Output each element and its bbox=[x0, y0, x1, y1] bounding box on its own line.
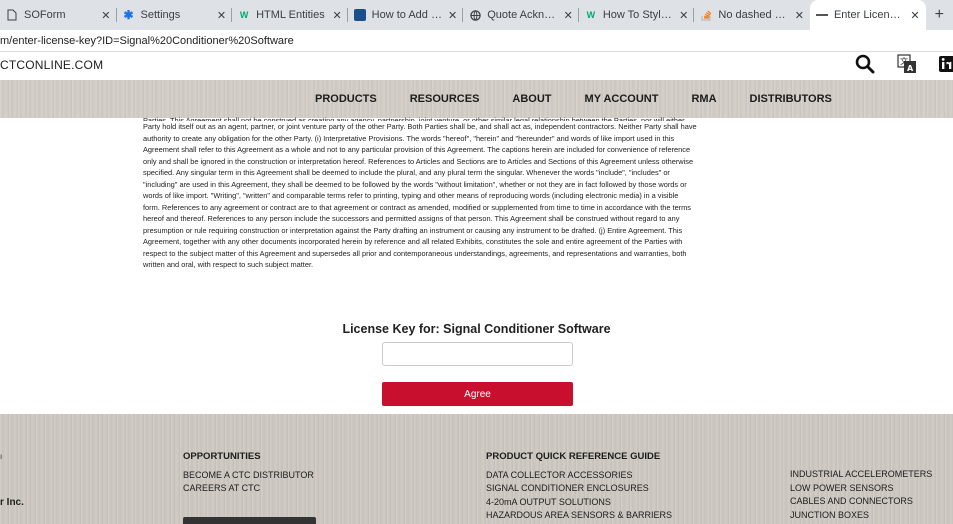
w3schools-icon: W bbox=[586, 10, 596, 20]
browser-tab[interactable]: ✱ Settings ✕ bbox=[117, 0, 233, 30]
close-icon[interactable]: ✕ bbox=[910, 9, 919, 22]
globe-icon bbox=[469, 9, 481, 21]
footer-link[interactable]: DATA COLLECTOR ACCESSORIES bbox=[486, 469, 672, 483]
footer-link[interactable]: BECOME A CTC DISTRIBUTOR bbox=[183, 469, 314, 483]
agreement-line: hereof and thereof. References to any pe… bbox=[143, 214, 680, 223]
tab-title: Quote Acknowledgem bbox=[487, 9, 559, 21]
tab-title: How To Style the HR E bbox=[602, 9, 675, 21]
address-bar[interactable]: m/enter-license-key?ID=Signal%20Conditio… bbox=[0, 30, 953, 52]
agreement-line: Agreement shall refer to this Agreement … bbox=[143, 145, 691, 154]
site-header-icons: 文A bbox=[855, 54, 953, 74]
tab-title: SOForm bbox=[24, 9, 66, 21]
stackoverflow-icon bbox=[700, 9, 712, 21]
close-icon[interactable]: ✕ bbox=[448, 9, 457, 22]
footer-link[interactable]: CABLES AND CONNECTORS bbox=[790, 495, 932, 509]
agreement-line: written and oral, with respect to such s… bbox=[143, 260, 314, 269]
footer-company-name: r Inc. bbox=[0, 497, 24, 508]
agreement-line: Party hold itself out as an agent, partn… bbox=[143, 122, 697, 131]
agreement-line: specified. Any singular term in this Agr… bbox=[143, 168, 670, 177]
footer-link[interactable]: SIGNAL CONDITIONER ENCLOSURES bbox=[486, 482, 672, 496]
close-icon[interactable]: ✕ bbox=[332, 9, 341, 22]
nav-products[interactable]: PRODUCTS bbox=[315, 93, 377, 105]
footer-link[interactable]: CAREERS AT CTC bbox=[183, 482, 314, 496]
footer-link[interactable]: LOW POWER SENSORS bbox=[790, 482, 932, 496]
agreement-line: "including" are used in this Agreement, … bbox=[143, 179, 687, 189]
footer-button[interactable] bbox=[183, 517, 316, 524]
site-logo[interactable]: CTCONLINE.COM bbox=[0, 58, 103, 72]
tab-title: HTML Entities bbox=[256, 9, 325, 21]
agreement-line: Agreement, together with any other docum… bbox=[143, 237, 683, 246]
page-icon bbox=[6, 9, 18, 21]
license-key-input[interactable] bbox=[382, 342, 573, 366]
tab-title: Settings bbox=[140, 9, 181, 21]
browser-tab-active[interactable]: Enter License Key | CT ✕ bbox=[809, 0, 926, 30]
close-icon[interactable]: ✕ bbox=[564, 9, 573, 22]
nav-my-account[interactable]: MY ACCOUNT bbox=[585, 93, 659, 105]
close-icon[interactable]: ✕ bbox=[679, 9, 688, 22]
ctc-icon bbox=[815, 9, 828, 21]
tab-title: Enter License Key | CT bbox=[833, 9, 906, 21]
close-icon[interactable]: ✕ bbox=[795, 9, 804, 22]
license-key-title: License Key for: Signal Conditioner Soft… bbox=[342, 322, 611, 336]
browser-tabbar: SOForm ✕ ✱ Settings ✕ W HTML Entities ✕ … bbox=[0, 0, 953, 30]
nav-about[interactable]: ABOUT bbox=[512, 93, 551, 105]
agreement-line: respect to the subject matter of this Ag… bbox=[143, 248, 687, 258]
gear-icon: ✱ bbox=[123, 8, 134, 22]
browser-tab[interactable]: No dashed border Ou ✕ bbox=[694, 0, 810, 30]
footer-products-list: INDUSTRIAL ACCELEROMETERS LOW POWER SENS… bbox=[790, 468, 932, 522]
license-agreement-text: Parties. This Agreement shall not be con… bbox=[143, 116, 823, 271]
browser-tab[interactable]: W HTML Entities ✕ bbox=[232, 0, 348, 30]
translate-icon[interactable]: 文A bbox=[897, 54, 917, 74]
tab-title: No dashed border Ou bbox=[718, 9, 790, 21]
footer-heading: PRODUCT QUICK REFERENCE GUIDE bbox=[486, 451, 661, 462]
nav-rma[interactable]: RMA bbox=[691, 93, 716, 105]
w3schools-icon: W bbox=[239, 10, 249, 20]
linkedin-icon[interactable] bbox=[939, 54, 953, 74]
browser-tab[interactable]: SOForm ✕ bbox=[0, 0, 117, 30]
agree-button[interactable]: Agree bbox=[382, 382, 573, 406]
agreement-line: words of like import. "Writing", "writte… bbox=[143, 191, 679, 200]
browser-tab[interactable]: How to Add a Border ✕ bbox=[348, 0, 464, 30]
agreement-line: authority to create any obligation for t… bbox=[143, 133, 675, 143]
footer-dot: ı bbox=[0, 452, 3, 461]
browser-tab[interactable]: W How To Style the HR E ✕ bbox=[579, 0, 695, 30]
footer-link[interactable]: INDUSTRIAL ACCELEROMETERS bbox=[790, 468, 932, 482]
main-nav: PRODUCTS RESOURCES ABOUT MY ACCOUNT RMA … bbox=[0, 80, 953, 118]
agreement-line: form. References to any agreement or con… bbox=[143, 202, 691, 212]
url-text: m/enter-license-key?ID=Signal%20Conditio… bbox=[0, 34, 294, 47]
site-icon bbox=[353, 9, 366, 21]
tab-title: How to Add a Border bbox=[371, 9, 444, 21]
footer-quick-reference: PRODUCT QUICK REFERENCE GUIDE DATA COLLE… bbox=[486, 450, 672, 523]
site-footer: ı r Inc. OPPORTUNITIES BECOME A CTC DIST… bbox=[0, 414, 953, 524]
footer-heading: OPPORTUNITIES bbox=[183, 451, 261, 462]
footer-link[interactable]: HAZARDOUS AREA SENSORS & BARRIERS bbox=[486, 509, 672, 523]
search-icon[interactable] bbox=[855, 54, 875, 74]
browser-tab[interactable]: Quote Acknowledgem ✕ bbox=[463, 0, 579, 30]
footer-opportunities: OPPORTUNITIES BECOME A CTC DISTRIBUTOR C… bbox=[183, 450, 314, 496]
nav-resources[interactable]: RESOURCES bbox=[410, 93, 480, 105]
footer-link[interactable]: 4-20mA OUTPUT SOLUTIONS bbox=[486, 496, 672, 510]
site-header: CTCONLINE.COM 文A bbox=[0, 52, 953, 78]
close-icon[interactable]: ✕ bbox=[101, 9, 110, 22]
svg-text:A: A bbox=[907, 64, 914, 73]
agreement-line: only and shall be ignored in the constru… bbox=[143, 156, 694, 166]
new-tab-button[interactable]: + bbox=[926, 0, 953, 30]
agreement-line: presumption or rule requiring constructi… bbox=[143, 225, 683, 235]
nav-distributors[interactable]: DISTRIBUTORS bbox=[750, 93, 832, 105]
footer-link[interactable]: JUNCTION BOXES bbox=[790, 509, 932, 523]
close-icon[interactable]: ✕ bbox=[217, 9, 226, 22]
